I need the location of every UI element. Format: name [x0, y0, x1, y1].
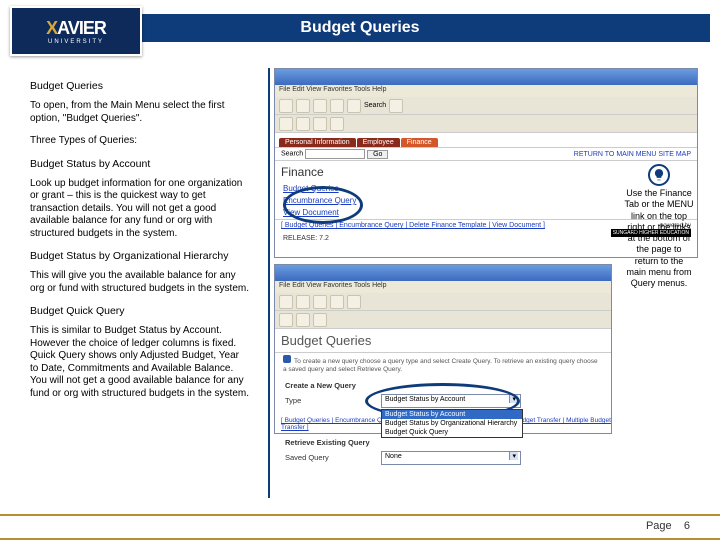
app-tabs: Personal Information Employee Finance	[275, 133, 697, 147]
left-heading: Budget Queries	[30, 80, 250, 92]
search-input[interactable]	[305, 149, 365, 159]
page-number: 6	[684, 520, 690, 532]
back-icon[interactable]	[279, 295, 293, 309]
tip-callout: Use the Finance Tab or the MENU link on …	[624, 164, 694, 289]
window-titlebar	[275, 265, 611, 281]
left-p2: Three Types of Queries:	[30, 135, 250, 148]
dropdown-list: Budget Status by Account Budget Status b…	[381, 409, 523, 438]
home-icon[interactable]	[347, 295, 361, 309]
refresh-icon[interactable]	[330, 295, 344, 309]
back-icon[interactable]	[279, 99, 293, 113]
page-footer: Page 6	[646, 520, 690, 532]
stop-icon[interactable]	[313, 295, 327, 309]
lightbulb-icon	[648, 164, 670, 186]
search-label: Search	[281, 151, 303, 158]
home-icon[interactable]	[347, 99, 361, 113]
logo: XAVIER UNIVERSITY	[10, 6, 142, 56]
dropdown-option[interactable]: Budget Status by Organizational Hierarch…	[382, 419, 522, 428]
stop-icon[interactable]	[313, 99, 327, 113]
search-row: Search Go RETURN TO MAIN MENU SITE MAP	[275, 147, 697, 161]
create-query-label: Create a New Query	[285, 381, 375, 390]
left-p5: This is similar to Budget Status by Acco…	[30, 325, 250, 400]
favorites-icon[interactable]	[389, 99, 403, 113]
top-right-links[interactable]: RETURN TO MAIN MENU SITE MAP	[574, 151, 691, 158]
tool-icon[interactable]	[279, 117, 293, 131]
dropdown-option[interactable]: Budget Quick Query	[382, 428, 522, 437]
search-toolbar-label: Search	[364, 102, 386, 109]
window-menubar[interactable]: File Edit View Favorites Tools Help	[275, 281, 611, 293]
go-button[interactable]: Go	[367, 150, 388, 159]
budget-queries-heading: Budget Queries	[275, 329, 611, 352]
tool-icon[interactable]	[330, 117, 344, 131]
logo-sub: UNIVERSITY	[48, 39, 104, 45]
tab-personal[interactable]: Personal Information	[279, 138, 356, 147]
logo-main: XAVIER	[46, 18, 106, 39]
forward-icon[interactable]	[296, 99, 310, 113]
forward-icon[interactable]	[296, 295, 310, 309]
highlight-ellipse-icon	[283, 186, 363, 224]
browser-toolbar-2[interactable]	[275, 311, 611, 329]
tip-text: Use the Finance Tab or the MENU link on …	[624, 188, 694, 289]
tool-icon[interactable]	[313, 117, 327, 131]
window-menubar[interactable]: File Edit View Favorites Tools Help	[275, 85, 697, 97]
page-title: Budget Queries	[300, 19, 419, 37]
tab-employee[interactable]: Employee	[357, 138, 400, 147]
footer-divider	[0, 514, 720, 516]
left-p3: Look up budget information for one organ…	[30, 178, 250, 241]
left-p1: To open, from the Main Menu select the f…	[30, 100, 250, 125]
left-p4: This will give you the available balance…	[30, 270, 250, 295]
browser-toolbar[interactable]: Search	[275, 97, 697, 115]
tool-icon[interactable]	[296, 313, 310, 327]
screenshot-budget-queries: File Edit View Favorites Tools Help Budg…	[274, 264, 612, 434]
tool-icon[interactable]	[313, 313, 327, 327]
saved-query-label: Saved Query	[285, 453, 375, 462]
left-h3: Budget Status by Organizational Hierarch…	[30, 250, 250, 262]
tool-icon[interactable]	[279, 313, 293, 327]
window-titlebar	[275, 69, 697, 85]
retrieve-query-label: Retrieve Existing Query	[285, 438, 375, 447]
browser-toolbar-2[interactable]	[275, 115, 697, 133]
tab-finance[interactable]: Finance	[401, 138, 438, 147]
tool-icon[interactable]	[296, 117, 310, 131]
dropdown-option[interactable]: Budget Status by Account	[382, 410, 522, 419]
type-label: Type	[285, 396, 375, 405]
budget-queries-sub: To create a new query choose a query typ…	[275, 353, 611, 379]
right-column: File Edit View Favorites Tools Help Sear…	[268, 68, 702, 498]
page-label: Page	[646, 520, 672, 532]
saved-query-row: Saved Query None	[275, 449, 611, 467]
browser-toolbar[interactable]	[275, 293, 611, 311]
saved-query-dropdown[interactable]: None	[381, 451, 521, 465]
left-h4: Budget Quick Query	[30, 305, 250, 317]
refresh-icon[interactable]	[330, 99, 344, 113]
left-h2: Budget Status by Account	[30, 158, 250, 170]
left-column: Budget Queries To open, from the Main Me…	[30, 80, 250, 410]
